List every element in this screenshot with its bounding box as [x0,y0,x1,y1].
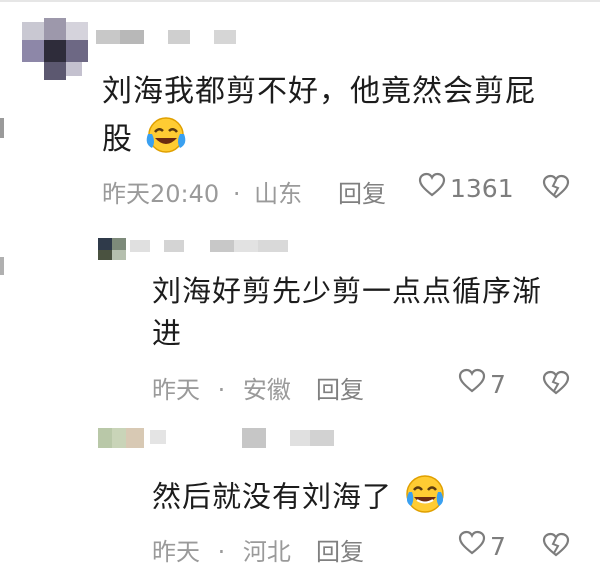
laugh-cry-emoji [144,114,188,167]
reply-location: 河北 [242,538,291,566]
reply-button[interactable]: 回复 [338,174,386,209]
like-count: 7 [490,531,506,561]
avatar[interactable] [98,428,150,450]
username-blurred[interactable] [150,428,340,450]
comment-text-line: 刘海我都剪不好，他竟然会剪屁 [102,74,536,109]
tears-of-joy-emoji [402,472,448,525]
meta-separator: · [217,538,226,566]
reply-button[interactable]: 回复 [316,370,364,405]
edge-mark [0,257,4,275]
meta-separator: · [232,180,241,208]
comment-meta: 昨天20:40 · 山东 [102,174,302,209]
reply-text-line: 刘海好剪先少剪一点点循序渐 [152,274,543,308]
reply-meta: 昨天 · 河北 [152,532,291,567]
dislike-heart-icon[interactable] [542,370,570,400]
dislike-heart-icon[interactable] [542,174,570,204]
comment-location: 山东 [254,180,303,208]
reply-time: 昨天 [152,376,200,404]
reply-text: 然后就没有刘海了 [152,472,582,525]
reply-text-line: 进 [152,316,183,350]
like-button[interactable]: 1361 [418,172,514,204]
username-blurred[interactable] [130,240,300,256]
reply-time: 昨天 [152,538,200,566]
heart-icon [458,530,486,562]
comment-text: 刘海我都剪不好，他竟然会剪屁 股 [102,70,582,167]
like-button[interactable]: 7 [458,368,506,400]
avatar[interactable] [98,238,128,260]
reply-text: 刘海好剪先少剪一点点循序渐 进 [152,270,582,354]
heart-icon [458,368,486,400]
reply-meta: 昨天 · 安徽 [152,370,291,405]
avatar[interactable] [22,18,94,80]
edge-mark [0,118,4,138]
heart-icon [418,172,446,204]
top-divider [0,0,600,2]
like-button[interactable]: 7 [458,530,506,562]
username-blurred[interactable] [96,30,246,46]
like-count: 1361 [450,173,514,203]
reply-location: 安徽 [242,376,291,404]
comment-text-line: 股 [102,114,582,167]
comment-time: 昨天20:40 [102,180,220,208]
dislike-heart-icon[interactable] [542,532,570,562]
like-count: 7 [490,369,506,399]
meta-separator: · [217,376,226,404]
reply-button[interactable]: 回复 [316,532,364,567]
